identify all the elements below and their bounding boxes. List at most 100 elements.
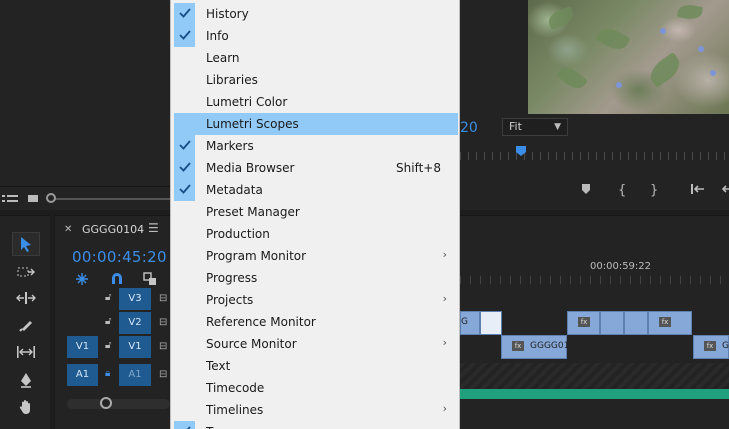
hand-tool-icon[interactable]: [12, 395, 40, 419]
zoom-slider-knob[interactable]: [46, 193, 56, 203]
menu-item-lumetri-scopes[interactable]: Lumetri Scopes: [174, 113, 458, 135]
track-toggle-icon[interactable]: ⊟: [159, 293, 167, 304]
mark-in-icon[interactable]: {: [618, 183, 626, 198]
menu-check-gutter: [174, 223, 195, 245]
close-icon[interactable]: ✕: [64, 224, 72, 235]
menu-item-production[interactable]: Production: [174, 223, 458, 245]
menu-item-label: Program Monitor: [206, 249, 307, 263]
lock-icon[interactable]: 🔓︎: [105, 316, 111, 327]
clip[interactable]: fx GGGG01: [501, 335, 570, 359]
track-select-tool-icon[interactable]: [12, 260, 40, 284]
menu-item-media-browser[interactable]: Media Browser Shift+8: [174, 157, 458, 179]
menu-check-gutter: [174, 157, 195, 179]
lock-icon[interactable]: 🔓︎: [105, 340, 111, 351]
go-to-in-icon[interactable]: [690, 183, 706, 199]
icon-view-icon[interactable]: [27, 193, 39, 208]
track-id-v2[interactable]: V2: [119, 312, 151, 334]
menu-item-learn[interactable]: Learn: [174, 47, 458, 69]
menu-item-timelines[interactable]: Timelines ›: [174, 399, 458, 421]
timeline-ruler[interactable]: [460, 276, 729, 284]
checkmark-icon: [179, 30, 191, 40]
timeline-timecode[interactable]: 00:00:45:20: [72, 248, 167, 266]
track-row-v2: 🔓︎ V2 ⊟: [55, 312, 170, 336]
track-toggle-icon[interactable]: ⊟: [159, 341, 167, 352]
menu-item-progress[interactable]: Progress: [174, 267, 458, 289]
menu-check-gutter: [174, 91, 195, 113]
menu-item-label: History: [206, 7, 249, 21]
panel-menu-icon[interactable]: ☰: [148, 221, 159, 235]
track-id-a1[interactable]: A1: [119, 364, 151, 386]
program-timecode[interactable]: 20: [460, 120, 478, 136]
timeline-scrollbar[interactable]: [67, 399, 170, 409]
menu-item-source-monitor[interactable]: Source Monitor ›: [174, 333, 458, 355]
menu-item-to[interactable]: To: [174, 421, 458, 429]
menu-item-reference-monitor[interactable]: Reference Monitor: [174, 311, 458, 333]
track-toggle-icon[interactable]: ⊟: [159, 317, 167, 328]
menu-item-preset-manager[interactable]: Preset Manager: [174, 201, 458, 223]
menu-item-libraries[interactable]: Libraries: [174, 69, 458, 91]
clip[interactable]: [480, 311, 502, 335]
menu-item-label: Info: [206, 29, 229, 43]
clip[interactable]: fx: [648, 311, 692, 335]
linked-selection-icon[interactable]: [143, 272, 157, 289]
checkmark-icon: [187, 426, 191, 429]
menu-item-label: Metadata: [206, 183, 263, 197]
timeline-tracks-area[interactable]: 00:00:59:22 G fx fx fx GGGG01 fx G: [460, 215, 729, 429]
menu-item-label: Preset Manager: [206, 205, 300, 219]
fit-dropdown-value: Fit: [509, 120, 522, 133]
menu-item-lumetri-color[interactable]: Lumetri Color: [174, 91, 458, 113]
menu-item-text[interactable]: Text: [174, 355, 458, 377]
program-ruler[interactable]: [460, 152, 729, 160]
list-view-icon[interactable]: [2, 193, 18, 208]
nest-toggle-icon[interactable]: [75, 272, 89, 289]
program-monitor: 20 Fit ▼ { }: [460, 0, 729, 210]
menu-check-gutter: [174, 3, 195, 25]
track-id-v1[interactable]: V1: [119, 336, 151, 358]
slip-tool-icon[interactable]: [12, 340, 40, 364]
razor-tool-icon[interactable]: [12, 313, 40, 337]
clip[interactable]: fx G: [693, 335, 729, 359]
menu-item-label: Markers: [206, 139, 254, 153]
chevron-down-icon: ▼: [554, 122, 561, 132]
menu-item-program-monitor[interactable]: Program Monitor ›: [174, 245, 458, 267]
menu-check-gutter: [174, 355, 195, 377]
source-target-a1[interactable]: A1: [67, 364, 98, 386]
clip-name: G: [722, 341, 729, 351]
track-toggle-icon[interactable]: ⊟: [159, 369, 167, 380]
add-marker-icon[interactable]: [580, 183, 592, 199]
menu-item-info[interactable]: Info: [174, 25, 458, 47]
audio-clip[interactable]: [460, 389, 729, 399]
menu-item-shortcut: Shift+8: [396, 161, 441, 175]
mark-out-icon[interactable]: }: [650, 183, 658, 198]
menu-item-projects[interactable]: Projects ›: [174, 289, 458, 311]
fit-dropdown[interactable]: Fit ▼: [502, 118, 568, 136]
source-target-v1[interactable]: V1: [67, 336, 98, 358]
audio-track-a1[interactable]: [460, 363, 729, 389]
selection-tool-icon[interactable]: [12, 232, 40, 256]
track-row-v3: 🔓︎ V3 ⊟: [55, 288, 170, 312]
menu-check-gutter: [174, 267, 195, 289]
menu-item-history[interactable]: History: [174, 3, 458, 25]
clip[interactable]: G: [460, 311, 480, 335]
timeline-zoom-knob[interactable]: [100, 397, 112, 409]
menu-item-metadata[interactable]: Metadata: [174, 179, 458, 201]
clip[interactable]: fx: [567, 311, 600, 335]
menu-item-markers[interactable]: Markers: [174, 135, 458, 157]
window-menu: History Info Learn Libraries Lumetri Color Lu…: [170, 0, 460, 429]
menu-item-label: Progress: [206, 271, 258, 285]
lock-icon[interactable]: 🔓︎: [105, 292, 111, 303]
clip-name: GGGG01: [530, 341, 570, 351]
menu-item-timecode[interactable]: Timecode: [174, 377, 458, 399]
sequence-tab[interactable]: GGGG0104: [82, 223, 144, 236]
lock-icon[interactable]: 🔒︎: [105, 368, 110, 379]
ripple-edit-tool-icon[interactable]: [12, 286, 40, 310]
clip[interactable]: [624, 311, 648, 335]
snap-magnet-icon[interactable]: [110, 272, 124, 289]
step-back-icon[interactable]: [721, 183, 729, 199]
menu-item-label: Reference Monitor: [206, 315, 316, 329]
zoom-slider-track[interactable]: [52, 198, 170, 200]
menu-check-gutter: [174, 421, 195, 429]
pen-tool-icon[interactable]: [12, 368, 40, 392]
track-id-v3[interactable]: V3: [119, 288, 151, 310]
clip[interactable]: [600, 311, 624, 335]
